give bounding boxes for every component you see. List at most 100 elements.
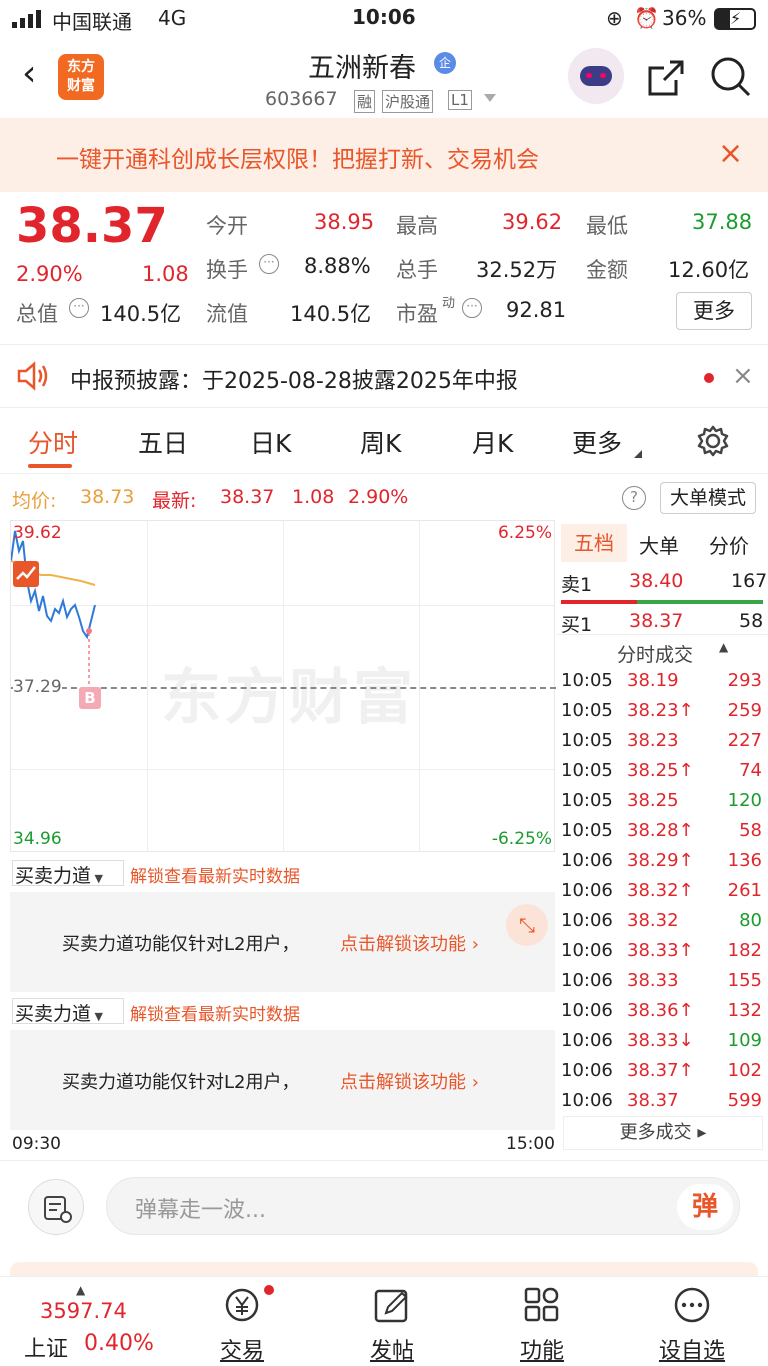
index-name[interactable]: 上证 bbox=[24, 1331, 68, 1363]
low-label: 最低 bbox=[586, 214, 628, 238]
tab-add-watchlist[interactable]: 设自选 bbox=[652, 1285, 732, 1365]
trades-title: 分时成交 bbox=[617, 644, 694, 666]
tab-features[interactable]: 功能 bbox=[510, 1285, 574, 1365]
unlock-link[interactable]: 解锁查看最新实时数据 bbox=[130, 1000, 300, 1025]
trade-price: 38.23 bbox=[627, 730, 679, 751]
tab-trade[interactable]: 交易 bbox=[210, 1285, 274, 1365]
trade-time: 10:06 bbox=[561, 1090, 613, 1111]
status-bar: 中国联通 4G 10:06 ⊕ ⏰ 36% ⚡ bbox=[0, 0, 768, 38]
tab-monthly-k[interactable]: 月K bbox=[472, 424, 513, 460]
trade-time: 10:06 bbox=[561, 910, 613, 931]
index-pct[interactable]: 0.40% bbox=[84, 1331, 154, 1356]
avg-value: 38.73 bbox=[80, 486, 135, 508]
info-icon[interactable]: ··· bbox=[259, 254, 279, 274]
locked-message: 买卖力道功能仅针对L2用户， bbox=[62, 1072, 300, 1093]
stock-name: 五洲新春 bbox=[308, 53, 416, 84]
tab-indicator bbox=[28, 464, 72, 468]
trade-row: 10:06 38.37↑ 102 bbox=[557, 1060, 768, 1090]
indicator-select[interactable]: 买卖力道 ▼ bbox=[12, 998, 124, 1025]
grid-icon bbox=[524, 1287, 559, 1322]
unlock-feature-link[interactable]: 点击解锁该功能 › bbox=[340, 930, 479, 956]
tab-weekly-k[interactable]: 周K bbox=[360, 424, 401, 460]
trade-price: 38.32 bbox=[627, 910, 679, 931]
trade-row: 10:05 38.19 293 bbox=[557, 670, 768, 700]
more-trades-link[interactable]: 更多成交 ▸ bbox=[563, 1116, 763, 1150]
danmu-toggle-button[interactable]: 弹 bbox=[677, 1184, 733, 1230]
share-icon[interactable] bbox=[646, 58, 686, 102]
chart-legend: 均价: 38.73 最新: 38.37 1.08 2.90% ? 大单模式 bbox=[0, 478, 768, 518]
axis-high: 39.62 bbox=[13, 523, 62, 543]
trade-row: 10:05 38.25↑ 74 bbox=[557, 760, 768, 790]
buy1-price: 38.37 bbox=[629, 610, 684, 632]
trade-volume: 182 bbox=[727, 940, 762, 961]
stock-code: 603667 bbox=[265, 88, 338, 110]
tab-price-dist[interactable]: 分价 bbox=[709, 530, 749, 559]
buy-marker[interactable]: B bbox=[79, 687, 101, 709]
unlock-feature-link[interactable]: 点击解锁该功能 › bbox=[340, 1068, 479, 1094]
trade-volume: 227 bbox=[727, 730, 762, 751]
sell1-price: 38.40 bbox=[629, 570, 684, 592]
locked-panel[interactable]: 买卖力道功能仅针对L2用户， 点击解锁该功能 › bbox=[10, 1030, 555, 1130]
help-icon[interactable]: ? bbox=[622, 486, 646, 510]
tab-big-orders[interactable]: 大单 bbox=[639, 530, 679, 559]
indicator-select[interactable]: 买卖力道 ▼ bbox=[12, 860, 124, 887]
trade-time: 10:05 bbox=[561, 820, 613, 841]
trade-row: 10:05 38.25 120 bbox=[557, 790, 768, 820]
close-icon[interactable]: × bbox=[718, 136, 743, 171]
expand-icon[interactable]: ⤡ bbox=[506, 904, 548, 946]
trade-time: 10:05 bbox=[561, 670, 613, 691]
chg-value: 1.08 bbox=[292, 486, 335, 508]
trade-price: 38.19 bbox=[627, 670, 679, 691]
notice-bar[interactable]: 中报预披露：于2025-08-28披露2025年中报 × bbox=[0, 344, 768, 408]
open-label: 今开 bbox=[206, 214, 248, 238]
unlock-link[interactable]: 解锁查看最新实时数据 bbox=[130, 862, 300, 887]
tab-daily-k[interactable]: 日K bbox=[250, 424, 291, 460]
comment-bar: 弹幕走一波... 弹 bbox=[0, 1160, 768, 1250]
trade-row: 10:06 38.33↓ 109 bbox=[557, 1030, 768, 1060]
high-label: 最高 bbox=[396, 214, 438, 238]
tag-connect: 沪股通 bbox=[382, 90, 434, 113]
trade-price: 38.37 bbox=[627, 1090, 679, 1111]
notice-text: 中报预披露：于2025-08-28披露2025年中报 bbox=[70, 369, 518, 394]
buy1-label: 买1 bbox=[561, 614, 593, 636]
tab-label: 功能 bbox=[519, 1339, 564, 1364]
trade-time: 10:06 bbox=[561, 1000, 613, 1021]
trend-icon[interactable] bbox=[13, 561, 39, 587]
intraday-chart[interactable]: 东方财富 B 39.62 6.25% 37.29 34.96 -6.25% bbox=[10, 520, 556, 852]
tab-five-day[interactable]: 五日 bbox=[138, 424, 188, 460]
tab-post[interactable]: 发帖 bbox=[360, 1285, 424, 1365]
tab-intraday[interactable]: 分时 bbox=[28, 424, 78, 460]
trade-price: 38.29↑ bbox=[627, 850, 694, 871]
info-icon[interactable]: ··· bbox=[462, 298, 482, 318]
close-icon[interactable]: × bbox=[732, 361, 754, 391]
back-icon[interactable]: ‹ bbox=[22, 56, 36, 92]
big-order-mode-button[interactable]: 大单模式 bbox=[660, 482, 756, 514]
trade-time: 10:05 bbox=[561, 700, 613, 721]
float-value: 140.5亿 bbox=[290, 302, 372, 326]
promo-banner[interactable]: 一键开通科创成长层权限！把握打新、交易机会 × bbox=[0, 118, 768, 192]
locked-panel[interactable]: 买卖力道功能仅针对L2用户， 点击解锁该功能 › ⤡ bbox=[10, 892, 555, 992]
trade-row: 10:05 38.23 227 bbox=[557, 730, 768, 760]
tab-more[interactable]: 更多 bbox=[572, 424, 622, 460]
edit-icon bbox=[374, 1289, 408, 1323]
danmu-placeholder: 弹幕走一波... bbox=[135, 1198, 266, 1223]
trade-time: 10:06 bbox=[561, 940, 613, 961]
pe-value: 92.81 bbox=[506, 298, 567, 322]
tab-level5[interactable]: 五档 bbox=[561, 524, 627, 562]
index-value[interactable]: 3597.74 bbox=[40, 1299, 127, 1323]
info-icon[interactable]: ··· bbox=[69, 298, 89, 318]
more-dots-icon bbox=[674, 1287, 710, 1323]
assistant-avatar[interactable] bbox=[568, 48, 624, 104]
trade-row: 10:06 38.32↑ 261 bbox=[557, 880, 768, 910]
settings-doc-icon[interactable] bbox=[28, 1179, 84, 1235]
sort-up-icon[interactable]: ▲ bbox=[719, 640, 728, 654]
gear-icon[interactable] bbox=[696, 424, 730, 462]
trade-time: 10:05 bbox=[561, 730, 613, 751]
pe-label: 市盈 bbox=[396, 302, 438, 326]
trade-price: 38.33↓ bbox=[627, 1030, 694, 1051]
search-icon[interactable] bbox=[710, 56, 752, 102]
danmu-input[interactable]: 弹幕走一波... 弹 bbox=[106, 1177, 740, 1235]
app-logo: 东方 财富 bbox=[58, 54, 104, 100]
chevron-down-icon[interactable] bbox=[484, 94, 496, 102]
more-button[interactable]: 更多 bbox=[676, 292, 752, 330]
